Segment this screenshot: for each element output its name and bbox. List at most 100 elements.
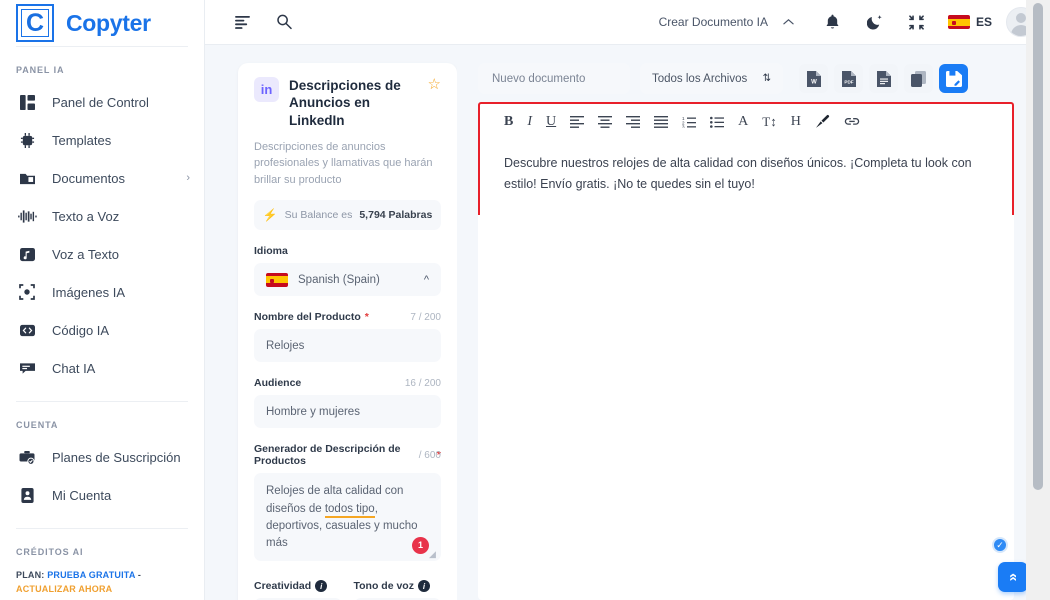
creativity-label-text: Creatividad	[254, 580, 312, 593]
underline-button[interactable]: U	[546, 114, 556, 129]
double-chevron-up-icon: »	[1003, 572, 1021, 582]
search-icon[interactable]	[269, 7, 299, 37]
heading-button[interactable]: H	[791, 114, 801, 129]
product-counter: 7 / 200	[410, 311, 441, 323]
verified-check-icon[interactable]: ✓	[992, 537, 1008, 553]
copy-button[interactable]	[904, 64, 933, 93]
sidebar-label: Mi Cuenta	[52, 487, 112, 503]
sidebar-item-panel-de-control[interactable]: Panel de Control	[0, 83, 204, 121]
linkedin-icon: in	[254, 77, 279, 102]
svg-text:W: W	[811, 79, 817, 85]
star-icon[interactable]: ☆	[428, 77, 441, 92]
page-title: Descripciones de Anuncios en LinkedIn	[289, 78, 401, 128]
audience-label-text: Audience	[254, 377, 302, 390]
format-toolbar: B I U 1 2 3 A T↕ H	[480, 104, 1012, 129]
code-icon	[16, 320, 38, 340]
bell-icon[interactable]	[818, 7, 848, 37]
bolt-icon: ⚡	[262, 208, 278, 223]
brand-name: Copyter	[66, 9, 151, 36]
music-note-icon	[16, 244, 38, 264]
files-filter-select[interactable]: Todos los Archivos ⇅	[640, 63, 783, 94]
italic-button[interactable]: I	[527, 114, 532, 129]
svg-text:3: 3	[682, 124, 685, 128]
sidebar-item-codigo-ia[interactable]: Código IA	[0, 311, 204, 349]
language-selector[interactable]: ES	[947, 15, 992, 29]
align-right-button[interactable]	[626, 115, 641, 128]
sidebar-item-planes-de-suscripcion[interactable]: Planes de Suscripción	[0, 438, 204, 476]
grammar-error-badge[interactable]: 1	[412, 537, 429, 555]
creativity-field-label: Creatividad i	[254, 580, 342, 593]
moon-star-icon[interactable]	[860, 7, 890, 37]
sidebar-label: Planes de Suscripción	[52, 449, 181, 465]
unordered-list-button[interactable]	[710, 116, 725, 128]
language-label-text: Idioma	[254, 245, 288, 258]
brand-logo[interactable]: C Copyter	[0, 0, 204, 46]
export-pdf-button[interactable]: PDF	[834, 64, 863, 93]
sidebar-label: Voz a Texto	[52, 246, 119, 262]
files-filter-value: Todos los Archivos	[652, 72, 748, 85]
plan-label: PLAN:	[16, 570, 45, 580]
plan-upgrade-link[interactable]: ACTUALIZAR AHORA	[16, 584, 112, 594]
editor-content[interactable]: Descubre nuestros relojes de alta calida…	[480, 129, 1012, 194]
compress-icon[interactable]	[902, 7, 932, 37]
content-area: in Descripciones de Anuncios en LinkedIn…	[205, 45, 1050, 600]
required-asterisk: *	[364, 311, 369, 324]
spain-flag-icon	[266, 272, 288, 287]
folder-icon	[16, 168, 38, 188]
create-document-link[interactable]: Crear Documento IA	[659, 15, 768, 29]
generator-label-text: Generador de Descripción de Productos	[254, 443, 401, 468]
plan-value[interactable]: PRUEBA GRATUITA	[47, 570, 135, 580]
save-document-button[interactable]	[939, 64, 968, 93]
align-justify-button[interactable]	[654, 115, 669, 128]
align-left-button[interactable]	[570, 115, 585, 128]
sidebar-item-chat-ia[interactable]: Chat IA	[0, 349, 204, 387]
page-scrollbar-thumb[interactable]	[1033, 3, 1043, 490]
sidebar-label: Código IA	[52, 322, 110, 338]
bold-button[interactable]: B	[504, 114, 513, 129]
link-button[interactable]	[844, 115, 860, 128]
sidebar-item-texto-a-voz[interactable]: Texto a Voz	[0, 197, 204, 235]
chevron-up-icon: ^	[423, 273, 429, 286]
sidebar-section-cuenta: CUENTA	[16, 420, 59, 430]
sidebar-item-voz-a-texto[interactable]: Voz a Texto	[0, 235, 204, 273]
main-area: Crear Documento IA ES in Descripciones d…	[205, 0, 1050, 600]
sidebar-label: Imágenes IA	[52, 284, 125, 300]
sidebar-label: Texto a Voz	[52, 208, 120, 224]
brush-icon[interactable]	[815, 114, 830, 129]
topbar: Crear Documento IA ES	[205, 0, 1050, 45]
audience-counter: 16 / 200	[404, 377, 441, 389]
template-card: in Descripciones de Anuncios en LinkedIn…	[238, 63, 457, 600]
align-left-icon[interactable]	[227, 7, 257, 37]
new-document-input[interactable]: Nuevo documento	[478, 63, 630, 94]
audience-input[interactable]: Hombre y mujeres	[254, 395, 441, 429]
sidebar-label: Documentos	[52, 170, 125, 186]
editor-canvas[interactable]	[478, 215, 1014, 600]
chip-icon	[16, 130, 38, 150]
product-description-textarea[interactable]: Relojes de alta calidad con diseños de t…	[254, 473, 441, 562]
sidebar-section-creditos: CRÉDITOS AI	[16, 547, 84, 557]
sidebar-item-documentos[interactable]: Documentos ›	[0, 159, 204, 197]
dashboard-icon	[16, 92, 38, 112]
sidebar-item-mi-cuenta[interactable]: Mi Cuenta	[0, 476, 204, 514]
resize-handle-icon[interactable]: ◢	[429, 550, 439, 560]
export-word-button[interactable]: W	[799, 64, 828, 93]
product-name-input[interactable]: Relojes	[254, 329, 441, 363]
align-center-button[interactable]	[598, 115, 613, 128]
font-size-button[interactable]: T↕	[762, 115, 776, 128]
generator-misspelled-word: todos tipo	[324, 502, 375, 518]
balance-prefix: Su Balance es	[284, 209, 353, 222]
font-color-button[interactable]: A	[738, 114, 748, 129]
info-icon[interactable]: i	[417, 580, 430, 593]
chevron-up-icon[interactable]	[774, 7, 804, 37]
language-select[interactable]: Spanish (Spain) ^	[254, 263, 441, 297]
sidebar-item-templates[interactable]: Templates	[0, 121, 204, 159]
editor-panel: Nuevo documento Todos los Archivos ⇅ W P…	[457, 45, 1050, 600]
template-description: Descripciones de anuncios profesionales …	[254, 140, 433, 186]
ordered-list-button[interactable]: 1 2 3	[682, 116, 697, 128]
info-icon[interactable]: i	[315, 580, 328, 593]
export-text-button[interactable]	[869, 64, 898, 93]
sidebar-item-imagenes-ia[interactable]: Imágenes IA	[0, 273, 204, 311]
language-field-label: Idioma	[254, 245, 441, 257]
chevron-right-icon: ›	[186, 172, 190, 184]
scroll-to-top-button[interactable]: »	[998, 562, 1028, 592]
